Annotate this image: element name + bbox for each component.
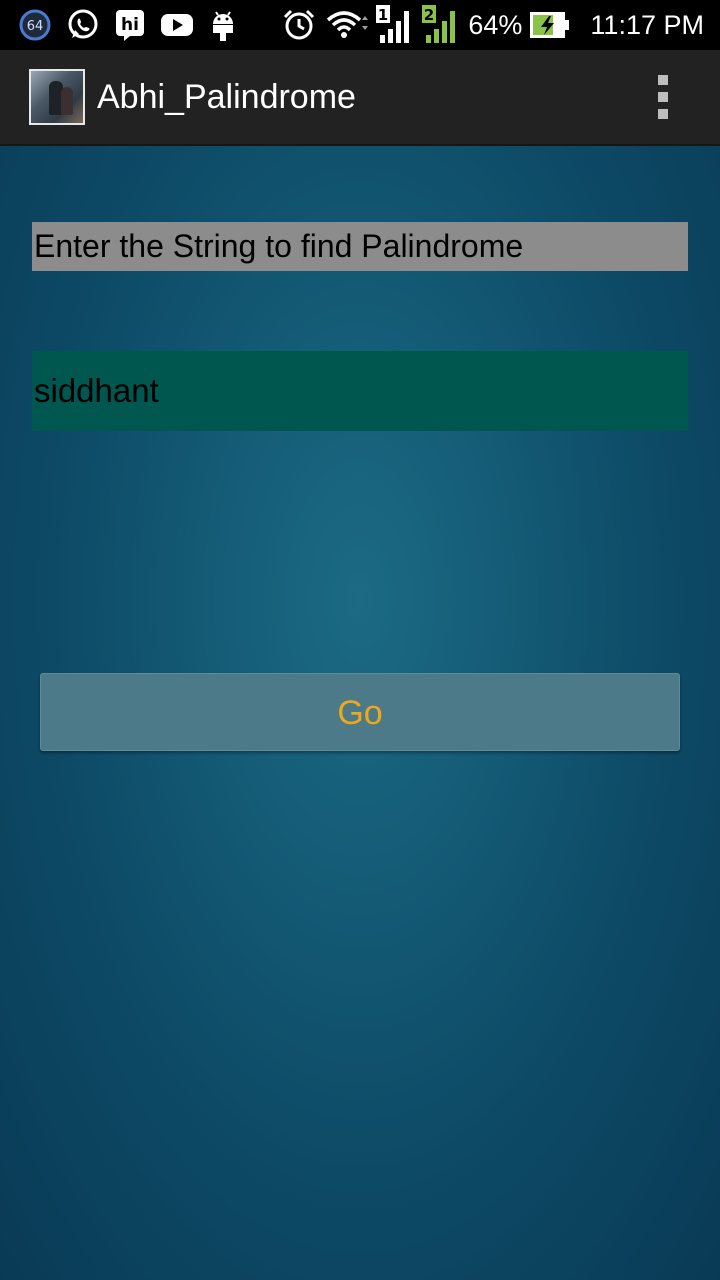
svg-text:64: 64 bbox=[27, 19, 44, 34]
prompt-label: Enter the String to find Palindrome bbox=[32, 222, 688, 271]
svg-text:2: 2 bbox=[424, 6, 434, 24]
main-content: Enter the String to find Palindrome Go bbox=[0, 146, 720, 1280]
hike-icon: hi bbox=[114, 8, 146, 42]
status-bar: 64 hi 1 2 64% 11:17 PM bbox=[0, 0, 720, 50]
go-button[interactable]: Go bbox=[40, 673, 680, 751]
android-icon bbox=[208, 8, 238, 42]
signal-sim2-icon: 2 bbox=[422, 5, 460, 45]
battery-charging-icon bbox=[530, 11, 570, 39]
app-title: Abhi_Palindrome bbox=[97, 77, 356, 116]
svg-text:1: 1 bbox=[378, 6, 388, 24]
badge-64-icon: 64 bbox=[18, 8, 52, 42]
signal-sim1-icon: 1 bbox=[376, 5, 414, 45]
string-input[interactable] bbox=[32, 351, 688, 431]
clock: 11:17 PM bbox=[590, 9, 704, 40]
battery-percent: 64% bbox=[468, 9, 523, 40]
system-icons: 1 2 64% 11:17 PM bbox=[282, 5, 720, 45]
notification-icons: 64 hi bbox=[0, 8, 238, 42]
whatsapp-icon bbox=[66, 8, 100, 42]
overflow-menu-icon[interactable] bbox=[656, 75, 670, 119]
svg-text:hi: hi bbox=[121, 15, 139, 35]
youtube-icon bbox=[160, 11, 194, 39]
action-bar: Abhi_Palindrome bbox=[0, 50, 720, 146]
app-icon[interactable] bbox=[29, 69, 85, 125]
alarm-icon bbox=[282, 8, 316, 42]
wifi-icon bbox=[324, 8, 369, 42]
